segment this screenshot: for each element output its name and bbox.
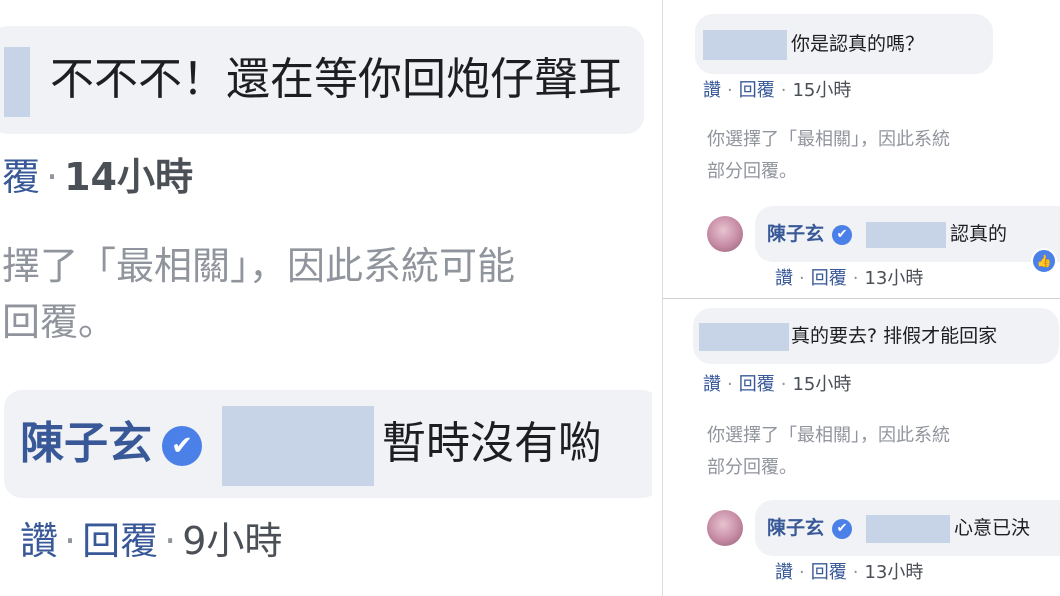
comment-meta: 讚 · 回覆 · 15小時 — [703, 76, 851, 102]
relevance-notice: 擇了「最相關」，因此系統可能 回覆。 — [2, 238, 515, 350]
redacted-commenter-name — [703, 29, 787, 60]
reply-text: 心意已決 — [954, 517, 1031, 539]
notice-line-2: 回覆。 — [2, 300, 117, 344]
reply-meta: 讚 · 回覆 · 13小時 — [775, 264, 923, 290]
reply-meta: 讚 · 回覆 · 9小時 — [20, 510, 282, 565]
panel-divider — [652, 0, 662, 596]
reply-timestamp[interactable]: 9小時 — [182, 519, 282, 563]
redacted-mention — [866, 514, 951, 543]
reply-text: 暫時沒有喲 — [382, 418, 602, 469]
like-reaction-icon[interactable]: 👍 — [1031, 248, 1057, 274]
reply-link[interactable]: 回覆 — [811, 268, 847, 289]
notice-line-1: 擇了「最相關」，因此系統可能 — [2, 244, 516, 288]
comment-meta: 覆 · 14小時 — [2, 146, 193, 201]
reply-link[interactable]: 回覆 — [82, 519, 158, 563]
redacted-commenter-name — [699, 322, 789, 351]
like-link[interactable]: 讚 — [775, 562, 793, 583]
like-link[interactable]: 讚 — [703, 80, 721, 101]
separator-dot: · — [727, 80, 733, 101]
redacted-mention — [866, 221, 947, 248]
relevance-notice: 你選擇了「最相關」，因此系統 部分回覆。 — [707, 124, 950, 188]
avatar[interactable] — [707, 510, 743, 546]
replier-name[interactable]: 陳子玄 — [20, 418, 152, 469]
reply-link[interactable]: 回覆 — [739, 374, 775, 395]
comment-timestamp[interactable]: 15小時 — [792, 374, 851, 395]
verified-badge-icon: ✔ — [162, 426, 202, 466]
replier-name[interactable]: 陳子玄 — [767, 517, 824, 539]
like-link[interactable]: 讚 — [20, 519, 58, 563]
comment-timestamp[interactable]: 15小時 — [792, 80, 851, 101]
avatar[interactable] — [707, 216, 743, 252]
reply-timestamp[interactable]: 13小時 — [864, 268, 923, 289]
separator-dot: · — [852, 268, 859, 289]
reply-bubble: 陳子玄 ✔ 心意已決 — [755, 500, 1060, 556]
reply-bubble: 陳子玄 ✔ 暫時沒有喲 — [4, 390, 652, 498]
separator-dot: · — [64, 519, 77, 563]
notice-line-1: 你選擇了「最相關」，因此系統 — [707, 129, 950, 150]
reply-link[interactable]: 覆 — [2, 155, 40, 199]
comment-text: 不不不！還在等你回炮仔聲耳 — [50, 54, 622, 105]
reply-bubble: 陳子玄 ✔ 認真的 — [755, 206, 1060, 262]
notice-line-2: 部分回覆。 — [707, 161, 797, 182]
comment-bubble: 不不不！還在等你回炮仔聲耳 — [0, 26, 644, 134]
reply-meta: 讚 · 回覆 · 13小時 — [775, 558, 923, 584]
comment-text: 真的要去? 排假才能回家 — [791, 325, 998, 347]
notice-line-1: 你選擇了「最相關」，因此系統 — [707, 425, 950, 446]
separator-dot: · — [799, 268, 805, 289]
comment-text: 你是認真的嗎？ — [791, 33, 925, 55]
separator-dot: · — [780, 374, 787, 395]
zoomed-comment-panel: 不不不！還在等你回炮仔聲耳 覆 · 14小時 擇了「最相關」，因此系統可能 回覆。 … — [0, 0, 652, 596]
separator-dot: · — [780, 80, 787, 101]
reply-text: 認真的 — [950, 223, 1008, 245]
verified-badge-icon: ✔ — [832, 224, 853, 245]
reply-link[interactable]: 回覆 — [739, 80, 775, 101]
separator-dot: · — [46, 155, 59, 199]
comment-bubble: 真的要去? 排假才能回家 — [693, 308, 1059, 364]
redacted-commenter-name — [4, 47, 30, 117]
comment-meta: 讚 · 回覆 · 15小時 — [703, 370, 851, 396]
like-link[interactable]: 讚 — [775, 268, 793, 289]
like-link[interactable]: 讚 — [703, 374, 721, 395]
verified-badge-icon: ✔ — [832, 518, 853, 539]
thread-divider — [663, 298, 1060, 299]
reply-link[interactable]: 回覆 — [811, 562, 847, 583]
separator-dot: · — [164, 519, 177, 563]
comment-thread-panel: 你是認真的嗎？ 讚 · 回覆 · 15小時 你選擇了「最相關」，因此系統 部分回覆。 陳… — [662, 0, 1060, 596]
replier-name[interactable]: 陳子玄 — [767, 223, 824, 245]
separator-dot: · — [727, 374, 733, 395]
reply-timestamp[interactable]: 13小時 — [864, 562, 923, 583]
separator-dot: · — [799, 562, 805, 583]
relevance-notice: 你選擇了「最相關」，因此系統 部分回覆。 — [707, 420, 950, 484]
comment-bubble: 你是認真的嗎？ — [695, 14, 993, 74]
redacted-mention — [222, 406, 374, 486]
separator-dot: · — [852, 562, 859, 583]
notice-line-2: 部分回覆。 — [707, 457, 797, 478]
comment-timestamp[interactable]: 14小時 — [64, 155, 193, 199]
